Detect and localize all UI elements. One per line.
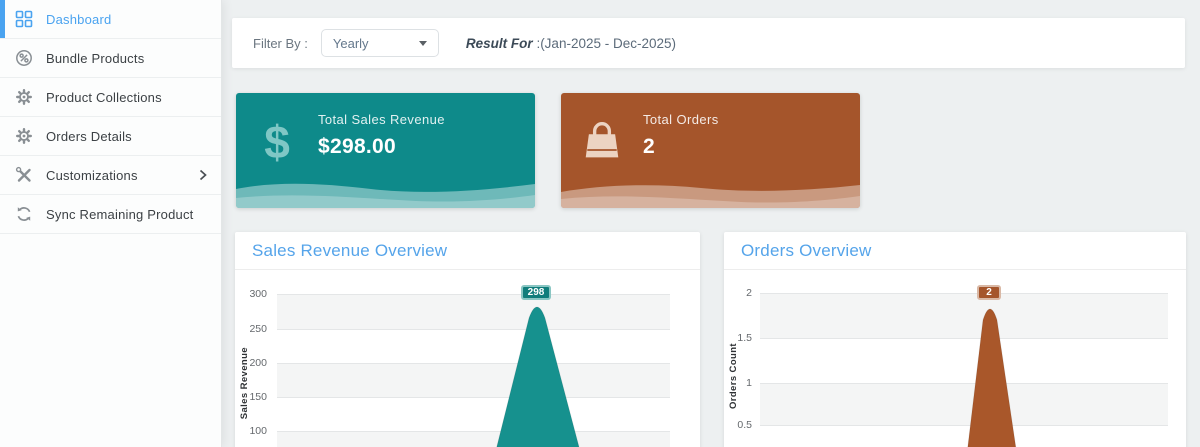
y-tick: 0.5 bbox=[737, 419, 752, 431]
total-orders-card: Total Orders 2 bbox=[561, 93, 860, 208]
filter-bar: Filter By : Yearly Result For :(Jan-2025… bbox=[232, 18, 1185, 68]
sales-peak-shape bbox=[496, 306, 580, 447]
gear-icon bbox=[16, 128, 33, 145]
sidebar-item-product-collections[interactable]: Product Collections bbox=[0, 78, 221, 117]
sync-icon bbox=[17, 207, 31, 221]
sidebar-item-label: Sync Remaining Product bbox=[46, 206, 194, 222]
sidebar-item-label: Orders Details bbox=[46, 128, 132, 144]
y-tick: 300 bbox=[249, 288, 267, 300]
y-tick: 100 bbox=[249, 425, 267, 437]
sales-revenue-overview-chart: Sales Revenue Overview 300 250 200 150 1… bbox=[235, 232, 700, 447]
tools-icon bbox=[15, 166, 31, 182]
chart-title: Orders Overview bbox=[741, 241, 872, 260]
sidebar-item-label: Dashboard bbox=[46, 11, 112, 27]
sales-revenue-plot-area: 300 250 200 150 100 Sales Revenue 298 bbox=[235, 265, 700, 447]
result-for-range: :(Jan-2025 - Dec-2025) bbox=[536, 35, 677, 51]
stat-card-value: 2 bbox=[643, 135, 655, 158]
sidebar: Dashboard Bundle Products Product Collec… bbox=[0, 0, 222, 447]
stat-card-title: Total Orders bbox=[643, 112, 719, 127]
y-tick: 2 bbox=[746, 287, 752, 299]
chevron-down-icon bbox=[418, 40, 427, 46]
dropdown-selected-value: Yearly bbox=[332, 35, 369, 51]
y-axis-label: Orders Count bbox=[728, 343, 739, 410]
dashboard-grid-icon bbox=[15, 10, 33, 28]
chevron-right-icon bbox=[199, 169, 207, 181]
percent-circle-icon bbox=[16, 50, 32, 66]
sidebar-item-customizations[interactable]: Customizations bbox=[0, 156, 221, 195]
total-sales-revenue-card: $ Total Sales Revenue $298.00 bbox=[236, 93, 535, 208]
filter-period-dropdown[interactable]: Yearly bbox=[320, 29, 439, 57]
sidebar-item-label: Customizations bbox=[46, 167, 138, 183]
orders-peak-shape bbox=[967, 308, 1017, 447]
gear-icon bbox=[16, 89, 33, 106]
filter-by-label: Filter By : bbox=[253, 35, 308, 51]
shopping-bag-icon bbox=[585, 122, 619, 158]
sidebar-item-dashboard[interactable]: Dashboard bbox=[0, 0, 221, 39]
sidebar-item-bundle-products[interactable]: Bundle Products bbox=[0, 39, 221, 78]
peak-value-badge: 2 bbox=[977, 285, 1001, 300]
stat-card-value: $298.00 bbox=[318, 135, 397, 158]
orders-overview-chart: Orders Overview 2 1.5 1 0.5 Orders Count… bbox=[724, 232, 1186, 447]
stat-card-title: Total Sales Revenue bbox=[318, 112, 445, 127]
result-for-text: Result For :(Jan-2025 - Dec-2025) bbox=[466, 36, 676, 51]
sidebar-item-label: Bundle Products bbox=[46, 50, 145, 66]
dollar-icon: $ bbox=[264, 116, 290, 168]
sidebar-item-label: Product Collections bbox=[46, 89, 162, 105]
chart-title: Sales Revenue Overview bbox=[252, 241, 448, 260]
sidebar-item-sync-remaining-product[interactable]: Sync Remaining Product bbox=[0, 195, 221, 234]
y-axis-label: Sales Revenue bbox=[239, 347, 250, 420]
y-tick: 250 bbox=[249, 323, 267, 335]
result-for-label: Result For bbox=[465, 35, 533, 51]
active-indicator-bar bbox=[0, 0, 5, 38]
dashboard-page: Dashboard Bundle Products Product Collec… bbox=[0, 0, 1200, 447]
peak-value-badge: 298 bbox=[521, 285, 551, 300]
orders-plot-area: 2 1.5 1 0.5 Orders Count 2 bbox=[724, 265, 1186, 447]
sidebar-item-orders-details[interactable]: Orders Details bbox=[0, 117, 221, 156]
